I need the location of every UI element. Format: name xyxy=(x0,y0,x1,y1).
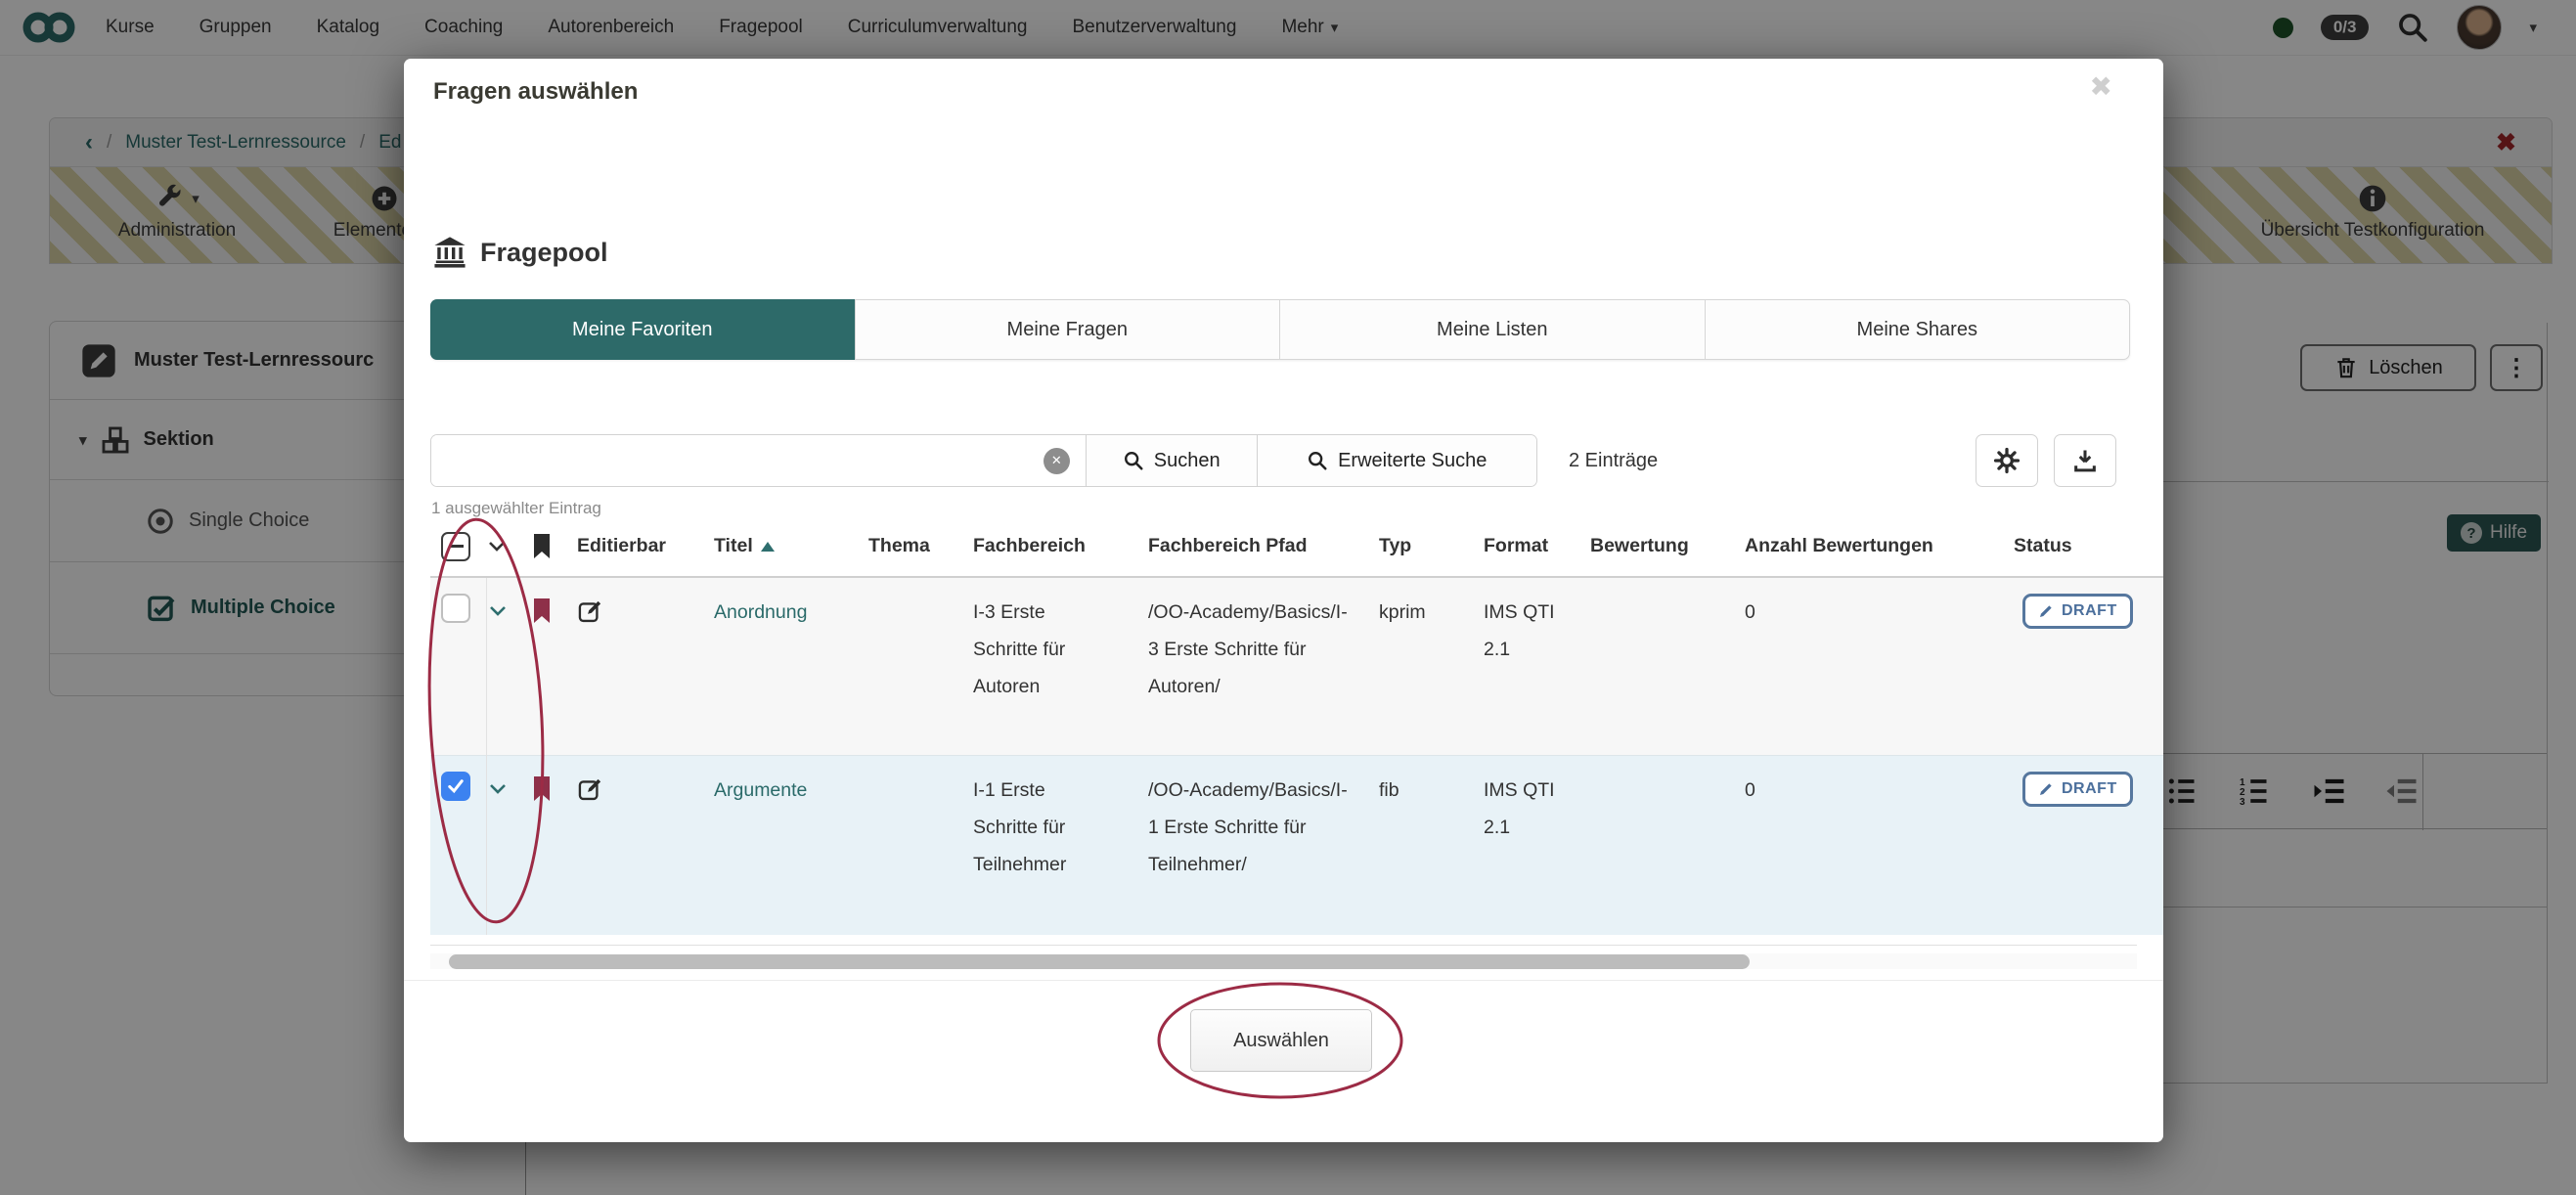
status-badge: DRAFT xyxy=(2022,594,2133,629)
search-input[interactable] xyxy=(431,435,1086,486)
search-icon xyxy=(1309,452,1327,470)
pencil-icon xyxy=(2040,782,2052,795)
cell-fachbereich: I-3 Erste Schritte für Autoren xyxy=(973,601,1066,697)
cell-format: IMS QTI 2.1 xyxy=(1484,601,1555,660)
clear-search-icon[interactable]: ✕ xyxy=(1043,447,1070,474)
download-button[interactable] xyxy=(2054,434,2116,487)
footer-divider xyxy=(404,980,2163,981)
column-format[interactable]: Format xyxy=(1482,516,1588,578)
questions-table: Editierbar Titel Thema Fachbereich Fachb… xyxy=(430,516,2163,935)
row-edit[interactable] xyxy=(575,577,712,755)
search-controls: ✕ Suchen Erweiterte Suche 2 Einträge xyxy=(430,434,2137,487)
cell-thema xyxy=(866,755,971,935)
row-bookmark[interactable] xyxy=(528,577,575,755)
pool-tabs: Meine Favoriten Meine Fragen Meine Liste… xyxy=(430,299,2130,360)
row-checkbox-checked[interactable] xyxy=(441,771,470,801)
selection-info: 1 ausgewählter Eintrag xyxy=(431,499,601,517)
column-bewertung[interactable]: Bewertung xyxy=(1588,516,1743,578)
row-checkbox[interactable] xyxy=(441,594,470,623)
pencil-icon xyxy=(2040,605,2052,617)
row-expand[interactable] xyxy=(486,755,528,935)
row-expand[interactable] xyxy=(486,577,528,755)
erweiterte-suche-button[interactable]: Erweiterte Suche xyxy=(1256,435,1536,486)
cell-thema xyxy=(866,577,971,755)
column-titel[interactable]: Titel xyxy=(712,516,866,578)
bookmark-column-header[interactable] xyxy=(528,516,575,578)
horizontal-scrollbar-thumb[interactable] xyxy=(449,954,1750,969)
cell-fachbereich-pfad: /OO-Academy/Basics/I-1 Erste Schritte fü… xyxy=(1148,778,1348,875)
cell-typ: fib xyxy=(1379,778,1399,801)
column-status[interactable]: Status xyxy=(2012,516,2163,578)
question-title-link[interactable]: Anordnung xyxy=(714,601,807,623)
column-typ[interactable]: Typ xyxy=(1377,516,1482,578)
row-edit[interactable] xyxy=(575,755,712,935)
cell-status: DRAFT xyxy=(2012,577,2163,755)
screen: Kurse Gruppen Katalog Coaching Autorenbe… xyxy=(0,0,2576,1195)
table-row-selected: Argumente I-1 Erste Schritte für Teilneh… xyxy=(430,755,2163,935)
column-anzahl-bewertungen[interactable]: Anzahl Bewertungen xyxy=(1743,516,2012,578)
column-fachbereich[interactable]: Fachbereich xyxy=(971,516,1146,578)
cell-fachbereich-pfad: /OO-Academy/Basics/I-3 Erste Schritte fü… xyxy=(1148,601,1348,697)
check-icon xyxy=(448,778,464,793)
table-row: Anordnung I-3 Erste Schritte für Autoren… xyxy=(430,577,2163,755)
auswaehlen-button[interactable]: Auswählen xyxy=(1190,1009,1372,1072)
bank-icon xyxy=(434,237,466,268)
fragepool-heading: Fragepool xyxy=(433,237,608,268)
column-editierbar[interactable]: Editierbar xyxy=(575,516,712,578)
table-header-row: Editierbar Titel Thema Fachbereich Fachb… xyxy=(430,516,2163,578)
fragen-auswaehlen-dialog: Fragen auswählen ✖ Fragepool Meine Favor… xyxy=(404,59,2163,1142)
entries-count: 2 Einträge xyxy=(1569,449,1659,471)
edit-icon xyxy=(578,600,601,623)
select-all-checkbox[interactable] xyxy=(441,531,470,561)
bookmark-icon xyxy=(534,775,550,801)
chevron-down-icon xyxy=(489,541,505,552)
status-badge: DRAFT xyxy=(2022,771,2133,807)
cell-fachbereich: I-1 Erste Schritte für Teilnehmer xyxy=(973,778,1067,875)
dialog-title: Fragen auswählen xyxy=(433,78,639,105)
column-fachbereich-pfad[interactable]: Fachbereich Pfad xyxy=(1146,516,1377,578)
cell-bewertung xyxy=(1588,577,1743,755)
tab-meine-shares[interactable]: Meine Shares xyxy=(1706,300,2130,359)
suchen-label: Suchen xyxy=(1153,449,1221,471)
search-icon xyxy=(1124,452,1143,470)
fragepool-label: Fragepool xyxy=(480,237,608,267)
bookmark-icon xyxy=(534,533,550,558)
search-group: ✕ Suchen Erweiterte Suche xyxy=(430,434,1537,487)
column-thema[interactable]: Thema xyxy=(866,516,971,578)
row-bookmark[interactable] xyxy=(528,755,575,935)
titel-header-label: Titel xyxy=(714,535,753,556)
dialog-close-icon[interactable]: ✖ xyxy=(2090,70,2112,103)
cell-typ: kprim xyxy=(1379,601,1426,623)
cell-format: IMS QTI 2.1 xyxy=(1484,778,1555,838)
tab-meine-fragen[interactable]: Meine Fragen xyxy=(856,300,1280,359)
chevron-down-icon xyxy=(489,783,506,794)
cell-anzahl: 0 xyxy=(1745,778,1755,801)
cell-bewertung xyxy=(1588,755,1743,935)
suchen-button[interactable]: Suchen xyxy=(1085,435,1257,486)
expand-all-header[interactable] xyxy=(486,516,528,578)
cell-anzahl: 0 xyxy=(1745,601,1755,623)
question-title-link[interactable]: Argumente xyxy=(714,779,807,801)
gear-icon xyxy=(1993,447,2021,474)
bookmark-icon xyxy=(534,598,550,623)
tab-meine-listen[interactable]: Meine Listen xyxy=(1280,300,1706,359)
sort-ascending-icon xyxy=(760,542,775,552)
edit-icon xyxy=(578,778,601,800)
cell-status: DRAFT xyxy=(2012,755,2163,935)
chevron-down-icon xyxy=(489,606,506,616)
table-bottom-border xyxy=(430,945,2137,946)
download-icon xyxy=(2074,450,2096,472)
tab-meine-favoriten[interactable]: Meine Favoriten xyxy=(430,299,856,360)
erweiterte-suche-label: Erweiterte Suche xyxy=(1338,449,1488,471)
table-settings-button[interactable] xyxy=(1976,434,2038,487)
